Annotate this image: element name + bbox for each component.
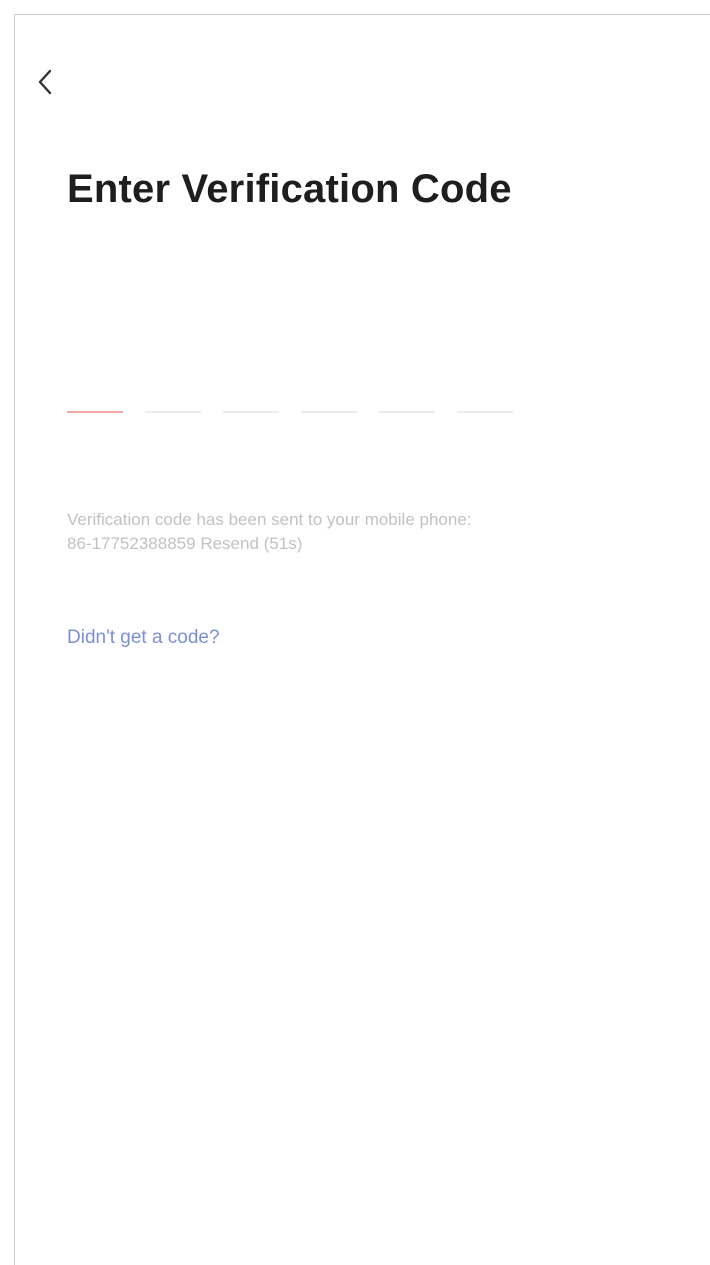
- screen: Enter Verification Code Verification cod…: [14, 14, 710, 1265]
- back-button[interactable]: [31, 65, 59, 99]
- code-digit-box[interactable]: [301, 375, 357, 413]
- page-title: Enter Verification Code: [67, 167, 512, 211]
- didnt-get-code-link[interactable]: Didn't get a code?: [67, 627, 220, 649]
- code-digit-box[interactable]: [145, 375, 201, 413]
- code-digit-box[interactable]: [457, 375, 513, 413]
- info-message: Verification code has been sent to your …: [67, 510, 472, 529]
- code-digit-box[interactable]: [379, 375, 435, 413]
- verification-code-input[interactable]: [67, 375, 513, 413]
- verification-info-text: Verification code has been sent to your …: [67, 508, 657, 556]
- chevron-left-icon: [38, 69, 52, 95]
- resend-countdown[interactable]: Resend (51s): [200, 534, 302, 553]
- phone-number: 86-17752388859: [67, 534, 196, 553]
- code-digit-box[interactable]: [67, 375, 123, 413]
- code-digit-box[interactable]: [223, 375, 279, 413]
